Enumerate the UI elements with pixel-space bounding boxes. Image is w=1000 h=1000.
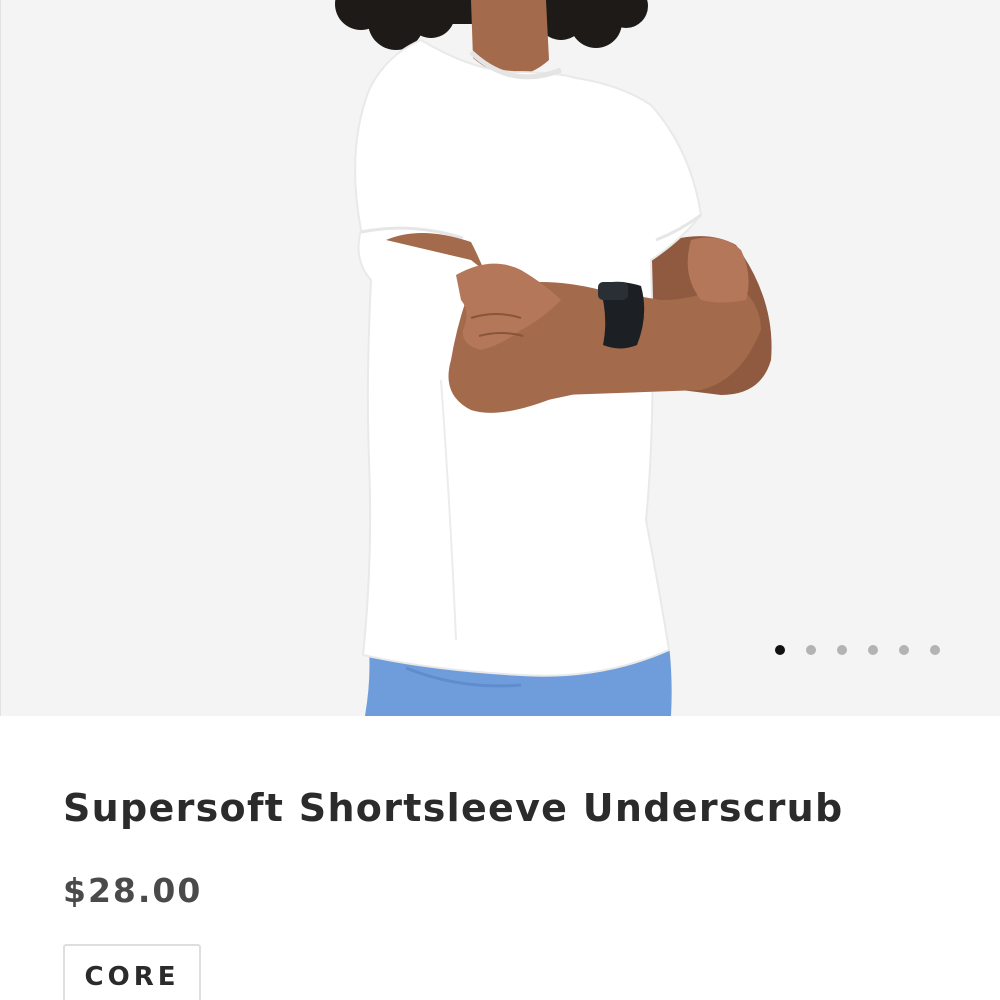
product-title: Supersoft Shortsleeve Underscrub [63, 786, 844, 830]
carousel-dot-5[interactable] [899, 645, 909, 655]
carousel-dot-2[interactable] [806, 645, 816, 655]
product-page: Supersoft Shortsleeve Underscrub $28.00 … [0, 0, 1000, 1000]
product-photo [1, 0, 1000, 716]
carousel-dot-1[interactable] [775, 645, 785, 655]
product-info: Supersoft Shortsleeve Underscrub $28.00 … [0, 716, 1000, 1000]
carousel-dot-3[interactable] [837, 645, 847, 655]
collection-tag[interactable]: CORE [63, 944, 201, 1000]
carousel-indicator [775, 645, 940, 655]
carousel-dot-6[interactable] [930, 645, 940, 655]
carousel-dot-4[interactable] [868, 645, 878, 655]
product-image-gallery[interactable] [0, 0, 1000, 716]
product-price: $28.00 [63, 871, 203, 910]
